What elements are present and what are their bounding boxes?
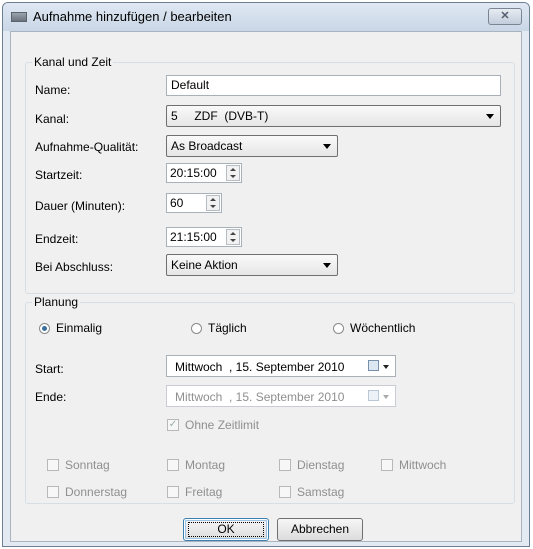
checkbox-donnerstag[interactable]: Donnerstag: [47, 485, 127, 499]
startzeit-value: 20:15:00: [170, 166, 217, 180]
donnerstag-label: Donnerstag: [65, 485, 128, 499]
checkbox-samstag[interactable]: Samstag: [279, 485, 344, 499]
radio-unselected-icon: [191, 322, 202, 334]
ok-button[interactable]: OK: [183, 518, 269, 541]
name-input[interactable]: Default: [166, 75, 501, 96]
dienstag-label: Dienstag: [297, 458, 345, 472]
group-title-kanal-und-zeit: Kanal und Zeit: [32, 55, 114, 69]
radio-einmalig[interactable]: Einmalig: [39, 321, 102, 335]
ohne-zeitlimit-checkbox[interactable]: ✓ Ohne Zeitlimit: [167, 418, 259, 432]
endzeit-spinner[interactable]: [226, 229, 240, 245]
spin-up-icon: [210, 198, 216, 201]
radio-taeglich-label: Täglich: [208, 321, 247, 335]
chevron-down-icon: [486, 114, 494, 119]
ohne-zeitlimit-label: Ohne Zeitlimit: [185, 418, 260, 432]
freitag-label: Freitag: [185, 485, 223, 499]
dialog-window: Aufnahme hinzufügen / bearbeiten ✕ Kanal…: [2, 2, 530, 547]
chevron-down-icon: [383, 365, 389, 369]
kanal-label: Kanal:: [35, 112, 70, 126]
start-label: Start:: [35, 362, 64, 376]
radio-unselected-icon: [333, 322, 344, 334]
window-title: Aufnahme hinzufügen / bearbeiten: [33, 9, 232, 24]
kanal-select[interactable]: 5 ZDF (DVB-T): [166, 105, 501, 127]
calendar-icon: [368, 360, 379, 371]
checkbox-empty-icon: [279, 486, 291, 498]
abbrechen-button-label: Abbrechen: [290, 522, 350, 536]
endzeit-picker[interactable]: 21:15:00: [166, 227, 242, 247]
focus-rectangle: [188, 522, 264, 537]
abschluss-select-value: Keine Aktion: [171, 258, 238, 272]
kanal-select-value: 5 ZDF (DVB-T): [171, 109, 269, 123]
spin-up-icon: [230, 232, 236, 235]
dauer-value: 60: [170, 196, 184, 210]
dauer-stepper[interactable]: 60: [166, 193, 222, 213]
startzeit-picker[interactable]: 20:15:00: [166, 163, 242, 183]
calendar-icon: [368, 390, 379, 401]
samstag-label: Samstag: [297, 485, 345, 499]
chevron-down-icon: [323, 144, 331, 149]
radio-taeglich[interactable]: Täglich: [191, 321, 247, 335]
radio-selected-icon: [39, 322, 50, 334]
close-icon: ✕: [500, 10, 510, 22]
qualitaet-select[interactable]: As Broadcast: [166, 135, 338, 157]
spin-down-icon: [210, 205, 216, 208]
radio-woechentlich[interactable]: Wöchentlich: [333, 321, 415, 335]
endzeit-value: 21:15:00: [170, 230, 217, 244]
startzeit-spinner[interactable]: [226, 165, 240, 181]
close-button[interactable]: ✕: [488, 8, 522, 25]
spin-up-icon: [230, 168, 236, 171]
ende-date-picker[interactable]: Mittwoch , 15. September 2010: [166, 385, 396, 407]
ende-label: Ende:: [35, 390, 67, 404]
recording-app-icon: [11, 12, 27, 22]
dialog-client-area: Kanal und Zeit Name: Default Kanal: 5 ZD…: [10, 31, 522, 542]
checkbox-montag[interactable]: Montag: [167, 458, 225, 472]
name-label: Name:: [35, 83, 71, 97]
checkbox-empty-icon: [47, 486, 59, 498]
checkbox-empty-icon: [381, 459, 393, 471]
checkbox-empty-icon: [167, 486, 179, 498]
abbrechen-button[interactable]: Abbrechen: [277, 518, 363, 541]
abschluss-select[interactable]: Keine Aktion: [166, 254, 338, 276]
checkbox-empty-icon: [167, 459, 179, 471]
chevron-down-icon: [323, 263, 331, 268]
chevron-down-icon: [383, 395, 389, 399]
qualitaet-label: Aufnahme-Qualität:: [35, 140, 139, 154]
checkbox-mittwoch[interactable]: Mittwoch: [381, 458, 446, 472]
start-date-value: Mittwoch , 15. September 2010: [175, 360, 345, 374]
title-bar[interactable]: Aufnahme hinzufügen / bearbeiten ✕: [3, 3, 529, 31]
checkbox-empty-icon: [279, 459, 291, 471]
checkbox-dienstag[interactable]: Dienstag: [279, 458, 344, 472]
ende-date-value: Mittwoch , 15. September 2010: [175, 390, 345, 404]
mittwoch-label: Mittwoch: [399, 458, 447, 472]
dauer-label: Dauer (Minuten):: [35, 199, 126, 213]
abschluss-label: Bei Abschluss:: [35, 260, 114, 274]
endzeit-label: Endzeit:: [35, 232, 79, 246]
spin-down-icon: [230, 175, 236, 178]
checkbox-freitag[interactable]: Freitag: [167, 485, 222, 499]
radio-einmalig-label: Einmalig: [56, 321, 103, 335]
checkbox-sonntag[interactable]: Sonntag: [47, 458, 110, 472]
group-title-planung: Planung: [32, 295, 81, 309]
startzeit-label: Startzeit:: [35, 168, 83, 182]
qualitaet-select-value: As Broadcast: [171, 139, 243, 153]
sonntag-label: Sonntag: [65, 458, 110, 472]
montag-label: Montag: [185, 458, 226, 472]
check-icon: ✓: [167, 419, 179, 431]
dauer-spinner[interactable]: [206, 195, 220, 211]
spin-down-icon: [230, 239, 236, 242]
start-date-picker[interactable]: Mittwoch , 15. September 2010: [166, 355, 396, 377]
radio-woechentlich-label: Wöchentlich: [350, 321, 416, 335]
checkbox-empty-icon: [47, 459, 59, 471]
